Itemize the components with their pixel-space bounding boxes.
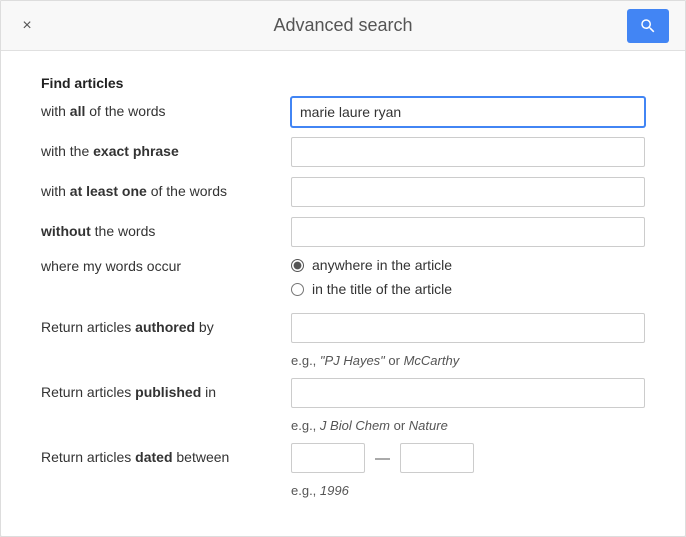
without-words-input[interactable]: [291, 217, 645, 247]
published-row: Return articles published in: [41, 378, 645, 408]
dated-label: Return articles dated between: [41, 448, 291, 468]
at-least-one-row: with at least one of the words: [41, 177, 645, 207]
at-least-one-input[interactable]: [291, 177, 645, 207]
published-hint: e.g., J Biol Chem or Nature: [291, 418, 645, 433]
date-from-input[interactable]: [291, 443, 365, 473]
without-bold: without: [41, 223, 91, 239]
title-option[interactable]: in the title of the article: [291, 281, 452, 297]
date-range: —: [291, 443, 474, 473]
anywhere-option[interactable]: anywhere in the article: [291, 257, 452, 273]
without-words-row: without the words: [41, 217, 645, 247]
authored-label: Return articles authored by: [41, 318, 291, 338]
at-least-one-label: with at least one of the words: [41, 182, 291, 202]
title-label: in the title of the article: [312, 281, 452, 297]
anywhere-label: anywhere in the article: [312, 257, 452, 273]
dialog-content: Find articles with all of the words with…: [1, 51, 685, 536]
advanced-search-dialog: × Advanced search Find articles with all…: [0, 0, 686, 537]
exact-phrase-row: with the exact phrase: [41, 137, 645, 167]
where-occurs-row: where my words occur anywhere in the art…: [41, 257, 645, 297]
dated-row: Return articles dated between —: [41, 443, 645, 473]
all-words-bold: all: [70, 103, 86, 119]
all-words-input[interactable]: [291, 97, 645, 127]
authored-bold: authored: [135, 319, 195, 335]
date-separator: —: [375, 450, 390, 467]
dialog-header: × Advanced search: [1, 1, 685, 51]
authored-hint: e.g., "PJ Hayes" or McCarthy: [291, 353, 645, 368]
dated-hint: e.g., 1996: [291, 483, 645, 498]
all-words-label: with all of the words: [41, 102, 291, 122]
published-input[interactable]: [291, 378, 645, 408]
without-words-label: without the words: [41, 222, 291, 242]
published-label: Return articles published in: [41, 383, 291, 403]
authored-input[interactable]: [291, 313, 645, 343]
date-to-input[interactable]: [400, 443, 474, 473]
anywhere-radio[interactable]: [291, 259, 304, 272]
close-icon: ×: [22, 17, 31, 35]
all-words-row: with all of the words: [41, 97, 645, 127]
dialog-title: Advanced search: [273, 15, 412, 36]
authored-row: Return articles authored by: [41, 313, 645, 343]
search-button[interactable]: [627, 9, 669, 43]
close-button[interactable]: ×: [15, 14, 39, 38]
at-least-one-bold: at least one: [70, 183, 147, 199]
search-icon: [639, 17, 657, 35]
title-radio[interactable]: [291, 283, 304, 296]
find-articles-title: Find articles: [41, 75, 645, 91]
occurrence-options: anywhere in the article in the title of …: [291, 257, 452, 297]
dated-bold: dated: [135, 449, 172, 465]
where-occurs-label: where my words occur: [41, 257, 291, 277]
exact-phrase-input[interactable]: [291, 137, 645, 167]
published-bold: published: [135, 384, 201, 400]
exact-phrase-bold: exact phrase: [93, 143, 179, 159]
exact-phrase-label: with the exact phrase: [41, 142, 291, 162]
